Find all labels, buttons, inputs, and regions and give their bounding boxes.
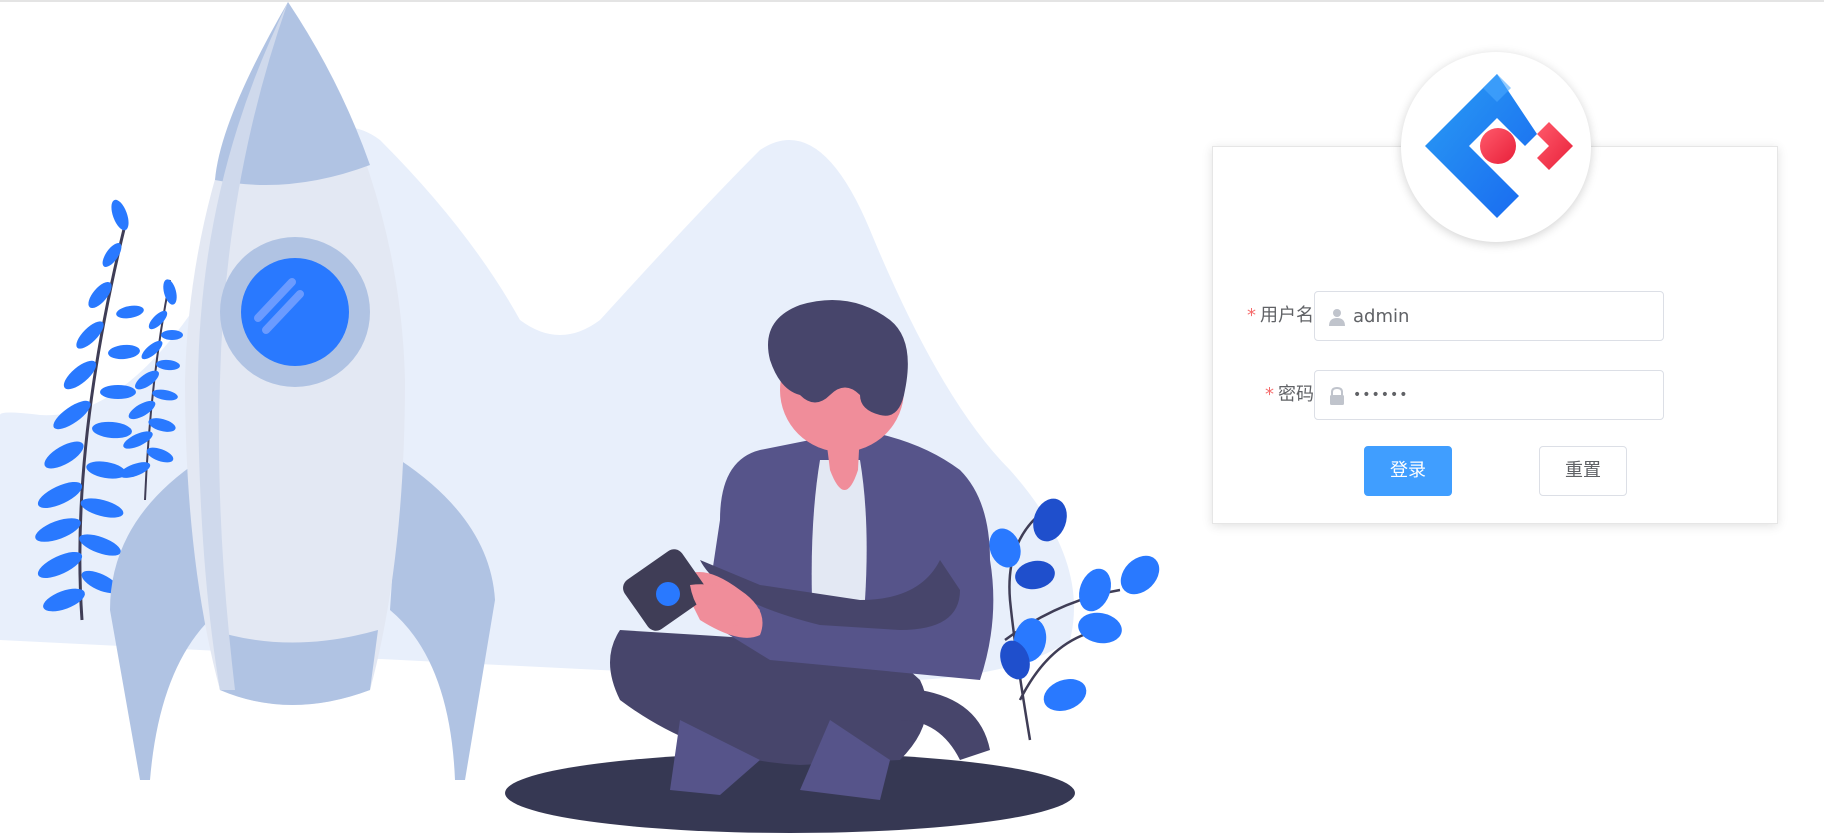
username-label: * 用户名 xyxy=(1247,291,1314,341)
password-input[interactable] xyxy=(1353,371,1653,419)
password-label: * 密码 xyxy=(1265,370,1314,420)
login-button[interactable]: 登录 xyxy=(1364,446,1452,496)
password-input-wrapper[interactable] xyxy=(1314,370,1664,420)
ant-design-logo-icon xyxy=(1425,74,1573,218)
logo-badge xyxy=(1401,52,1591,242)
user-icon xyxy=(1329,309,1345,326)
lock-icon xyxy=(1330,386,1344,405)
rocket-illustration xyxy=(0,2,1160,833)
reset-button[interactable]: 重置 xyxy=(1539,446,1627,496)
username-input-wrapper[interactable] xyxy=(1314,291,1664,341)
required-asterisk: * xyxy=(1247,305,1256,326)
required-asterisk: * xyxy=(1265,384,1274,405)
password-label-text: 密码 xyxy=(1278,384,1314,405)
username-label-text: 用户名 xyxy=(1260,305,1314,326)
username-form-item: * 用户名 xyxy=(1212,291,1778,341)
password-form-item: * 密码 xyxy=(1212,370,1778,420)
username-input[interactable] xyxy=(1353,292,1653,340)
